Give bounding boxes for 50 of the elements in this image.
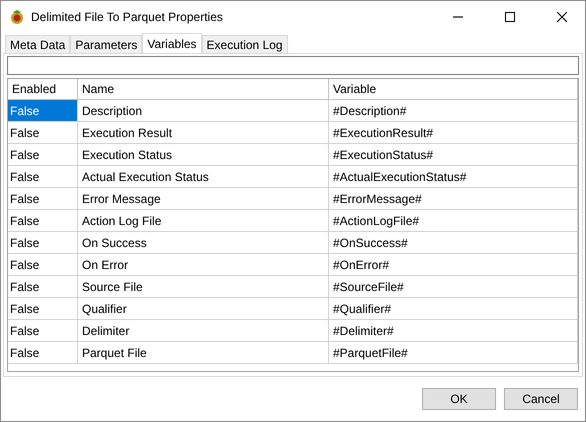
maximize-icon[interactable] — [505, 12, 515, 22]
table-cell: False — [8, 144, 78, 165]
table-cell: False — [8, 254, 78, 275]
tab[interactable]: Meta Data — [5, 35, 70, 53]
table-cell: Execution Result — [78, 122, 329, 143]
table-cell: Parquet File — [78, 342, 329, 363]
table-cell: False — [8, 298, 78, 319]
table-cell: #Description# — [329, 100, 578, 121]
cancel-button[interactable]: Cancel — [504, 388, 578, 410]
table-cell: Action Log File — [78, 210, 329, 231]
table-cell: #SourceFile# — [329, 276, 578, 297]
column-header[interactable]: Name — [78, 79, 329, 99]
column-header[interactable]: Enabled — [8, 79, 78, 99]
table-cell: Execution Status — [78, 144, 329, 165]
table-cell: #ExecutionResult# — [329, 122, 578, 143]
table-cell: #OnSuccess# — [329, 232, 578, 253]
app-icon — [9, 9, 25, 25]
table-cell: #Delimiter# — [329, 320, 578, 341]
tab[interactable]: Parameters — [70, 35, 142, 53]
table-cell: Error Message — [78, 188, 329, 209]
close-icon[interactable] — [557, 12, 567, 22]
table-cell: False — [8, 210, 78, 231]
window-title: Delimited File To Parquet Properties — [31, 9, 224, 26]
table-cell: False — [8, 232, 78, 253]
filter-field[interactable] — [7, 56, 579, 75]
table-cell: False — [8, 122, 78, 143]
tab[interactable]: Execution Log — [202, 35, 288, 53]
table-cell: On Error — [78, 254, 329, 275]
table-cell: Actual Execution Status — [78, 166, 329, 187]
table-cell: Delimiter — [78, 320, 329, 341]
tab[interactable]: Variables — [142, 33, 202, 53]
column-header[interactable]: Variable — [329, 79, 578, 99]
table-cell: #ExecutionStatus# — [329, 144, 578, 165]
table-cell: Qualifier — [78, 298, 329, 319]
table-cell: Description — [78, 100, 329, 121]
table-cell: Source File — [78, 276, 329, 297]
table-cell: #ActualExecutionStatus# — [329, 166, 578, 187]
table-cell: False — [8, 320, 78, 341]
table-cell: #Qualifier# — [329, 298, 578, 319]
table-cell: False — [8, 276, 78, 297]
table-cell: False — [8, 166, 78, 187]
table-cell: On Success — [78, 232, 329, 253]
table-cell: #ParquetFile# — [329, 342, 578, 363]
table-cell: False — [8, 342, 78, 363]
table-cell: False — [8, 100, 78, 121]
ok-button[interactable]: OK — [422, 388, 496, 410]
table-cell: False — [8, 188, 78, 209]
table-cell: #ActionLogFile# — [329, 210, 578, 231]
table-cell: #ErrorMessage# — [329, 188, 578, 209]
table-cell: #OnError# — [329, 254, 578, 275]
